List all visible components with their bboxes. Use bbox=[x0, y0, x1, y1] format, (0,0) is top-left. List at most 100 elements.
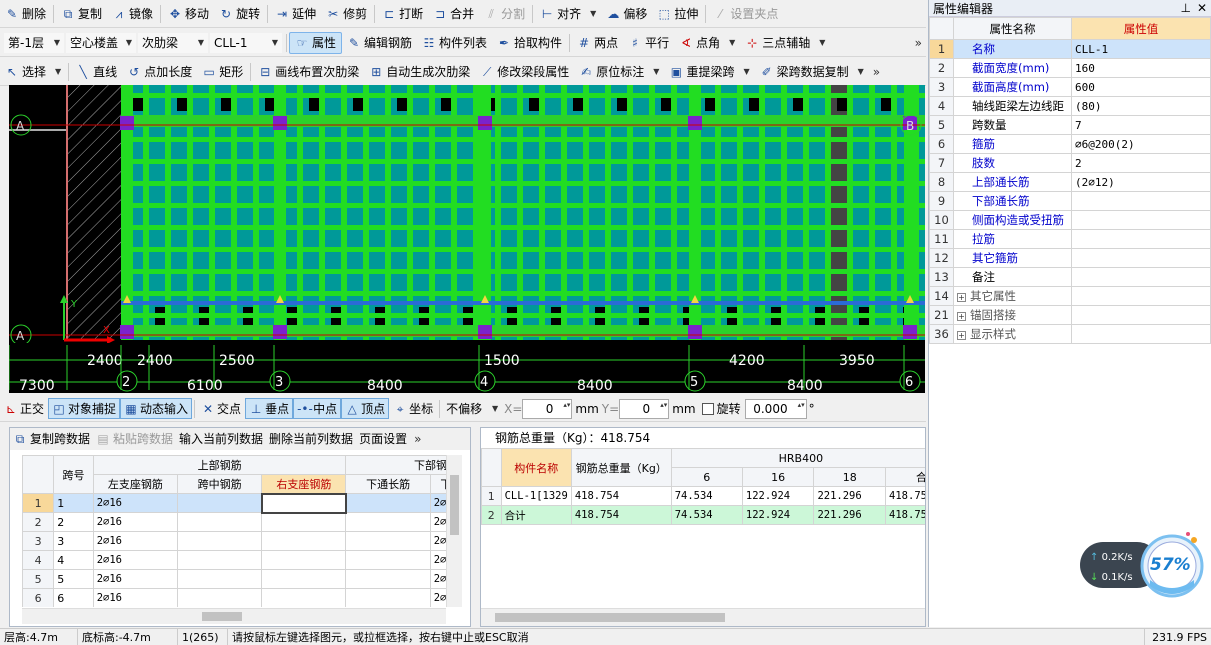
intersection-button[interactable]: ✕ 交点 bbox=[197, 398, 245, 419]
right-support-header[interactable]: 右支座钢筋 bbox=[261, 474, 347, 494]
right-support-cell[interactable] bbox=[261, 569, 347, 589]
left-support-cell[interactable]: 2⌀16 bbox=[92, 569, 178, 589]
property-value[interactable] bbox=[1071, 267, 1211, 287]
left-support-cell[interactable]: 2⌀16 bbox=[92, 512, 178, 532]
copy-button[interactable]: ⧉ 复制 bbox=[56, 3, 107, 25]
property-row[interactable]: 12 其它箍筋 bbox=[929, 248, 1211, 268]
in-situ-annotation-button[interactable]: ✍ 原位标注 ▼ bbox=[574, 61, 664, 83]
left-support-cell[interactable]: 2⌀16 bbox=[92, 550, 178, 570]
page-setup-button[interactable]: 页面设置 bbox=[356, 428, 410, 450]
property-value[interactable] bbox=[1071, 229, 1211, 249]
property-row[interactable]: 13 备注 bbox=[929, 267, 1211, 287]
auto-generate-rib-button[interactable]: ⊞ 自动生成次肋梁 bbox=[364, 61, 475, 83]
table-row[interactable]: 4 4 2⌀16 2⌀1 bbox=[22, 550, 458, 570]
table-row[interactable]: 5 5 2⌀16 2⌀1 bbox=[22, 569, 458, 589]
x-input[interactable]: 0 bbox=[522, 398, 573, 419]
left-support-header[interactable]: 左支座钢筋 bbox=[92, 474, 178, 494]
close-icon[interactable]: ✕ bbox=[1197, 1, 1207, 15]
point-angle-button[interactable]: ∢ 点角 ▼ bbox=[674, 32, 740, 54]
properties-button[interactable]: ☞ 属性 bbox=[289, 31, 343, 54]
table-row[interactable]: 2 合计 418.754 74.534 122.924 221.296 418.75 bbox=[481, 505, 925, 525]
y-input[interactable]: 0 bbox=[619, 398, 670, 419]
span-number[interactable]: 3 bbox=[53, 531, 94, 551]
scroll-thumb[interactable] bbox=[202, 612, 242, 621]
line-button[interactable]: ╲ 直线 bbox=[71, 61, 122, 83]
paste-span-button[interactable]: ▤ 粘贴跨数据 bbox=[93, 428, 176, 450]
mid-span-header[interactable]: 跨中钢筋 bbox=[176, 474, 263, 494]
offset-mode-select[interactable]: 不偏移 ▼ bbox=[442, 398, 503, 419]
span-horizontal-scrollbar[interactable] bbox=[22, 608, 446, 624]
delete-column-button[interactable]: 删除当前列数据 bbox=[266, 428, 356, 450]
three-point-aux-button[interactable]: ⊹ 三点辅轴 ▼ bbox=[740, 32, 830, 54]
dynamic-input-button[interactable]: ▦ 动态输入 bbox=[120, 398, 193, 419]
edit-rebar-button[interactable]: ✎ 编辑钢筋 bbox=[342, 32, 417, 54]
expand-icon[interactable]: + bbox=[957, 331, 966, 340]
left-support-cell[interactable]: 2⌀16 bbox=[92, 493, 178, 513]
break-button[interactable]: ⊏ 打断 bbox=[377, 3, 428, 25]
property-value[interactable] bbox=[1071, 286, 1211, 306]
span-number[interactable]: 2 bbox=[53, 512, 94, 532]
property-row[interactable]: 21 + 锚固搭接 bbox=[929, 305, 1211, 325]
property-value[interactable] bbox=[1071, 305, 1211, 325]
rotate-input[interactable]: 0.000 bbox=[744, 398, 807, 419]
span-number[interactable]: 4 bbox=[53, 550, 94, 570]
property-row[interactable]: 6 箍筋 ⌀6@200(2) bbox=[929, 134, 1211, 154]
property-row[interactable]: 10 侧面构造或受扭筋 bbox=[929, 210, 1211, 230]
property-row[interactable]: 3 截面高度(mm) 600 bbox=[929, 77, 1211, 97]
perpendicular-button[interactable]: ⊥ 垂点 bbox=[245, 398, 294, 419]
mid-span-cell[interactable] bbox=[176, 512, 263, 532]
component-list-button[interactable]: ☷ 构件列表 bbox=[417, 32, 492, 54]
table-row[interactable]: 2 2 2⌀16 2⌀1 bbox=[22, 512, 458, 532]
move-button[interactable]: ✥ 移动 bbox=[163, 3, 214, 25]
mirror-button[interactable]: ⩘ 镜像 bbox=[107, 3, 158, 25]
property-value[interactable]: 160 bbox=[1071, 58, 1211, 78]
rotate-button[interactable]: ↻ 旋转 bbox=[214, 3, 265, 25]
delete-button[interactable]: ✎ 删除 bbox=[0, 3, 51, 25]
rotate-checkbox[interactable] bbox=[701, 402, 714, 415]
property-value[interactable]: CLL-1 bbox=[1071, 39, 1211, 59]
select-button[interactable]: ↖ 选择 ▼ bbox=[0, 61, 66, 83]
copy-span-button[interactable]: ⧉ 复制跨数据 bbox=[10, 428, 93, 450]
span-vertical-scrollbar[interactable] bbox=[446, 455, 462, 607]
ortho-button[interactable]: ⊾ 正交 bbox=[0, 398, 48, 419]
more-icon[interactable]: » bbox=[869, 65, 884, 79]
table-row[interactable]: 1 CLL-1[1329 418.754 74.534 122.924 221.296 41… bbox=[481, 486, 925, 506]
midpoint-button[interactable]: -•- 中点 bbox=[293, 398, 342, 419]
category-select[interactable]: 空心楼盖 ▼ bbox=[66, 32, 136, 53]
table-row[interactable]: 1 1 2⌀16 2⌀1 bbox=[22, 492, 458, 514]
coordinate-button[interactable]: ⌖ 坐标 bbox=[389, 398, 437, 419]
property-row[interactable]: 7 肢数 2 bbox=[929, 153, 1211, 173]
right-support-cell[interactable] bbox=[261, 550, 347, 570]
component-name-header[interactable]: 构件名称 bbox=[500, 448, 572, 487]
property-value[interactable] bbox=[1071, 324, 1211, 344]
drawing-canvas[interactable]: Y X A A B 2400 2400 2500 1500 4200 3950 7300 61… bbox=[9, 85, 925, 393]
mid-span-cell[interactable] bbox=[176, 493, 263, 513]
bottom-through-cell[interactable] bbox=[345, 512, 431, 532]
span-number[interactable]: 5 bbox=[53, 569, 94, 589]
bottom-through-cell[interactable] bbox=[345, 569, 431, 589]
offset-button[interactable]: ☁ 偏移 bbox=[601, 3, 652, 25]
bottom-through-cell[interactable] bbox=[345, 588, 431, 607]
span-number[interactable]: 1 bbox=[53, 493, 94, 513]
bottom-through-cell[interactable] bbox=[345, 493, 431, 513]
property-value[interactable]: (80) bbox=[1071, 96, 1211, 116]
floor-select[interactable]: 第-1层 ▼ bbox=[4, 32, 64, 53]
pick-component-button[interactable]: ✒ 拾取构件 bbox=[492, 32, 567, 54]
property-row[interactable]: 5 跨数量 7 bbox=[929, 115, 1211, 135]
total-weight-header[interactable]: 钢筋总重量（Kg） bbox=[570, 448, 672, 487]
scroll-thumb[interactable] bbox=[495, 613, 725, 622]
copy-span-data-button[interactable]: ✐ 梁跨数据复制 ▼ bbox=[755, 61, 869, 83]
mid-span-cell[interactable] bbox=[176, 531, 263, 551]
extend-button[interactable]: ⇥ 延伸 bbox=[270, 3, 321, 25]
input-column-button[interactable]: 输入当前列数据 bbox=[176, 428, 266, 450]
property-row[interactable]: 4 轴线距梁左边线距 (80) bbox=[929, 96, 1211, 116]
split-button[interactable]: ⫽ 分割 bbox=[479, 3, 530, 25]
property-value[interactable] bbox=[1071, 210, 1211, 230]
property-value[interactable]: (2⌀12) bbox=[1071, 172, 1211, 192]
property-value[interactable]: ⌀6@200(2) bbox=[1071, 134, 1211, 154]
property-value[interactable] bbox=[1071, 191, 1211, 211]
property-row[interactable]: 8 上部通长筋 (2⌀12) bbox=[929, 172, 1211, 192]
table-row[interactable]: 3 3 2⌀16 2⌀1 bbox=[22, 531, 458, 551]
property-value[interactable] bbox=[1071, 248, 1211, 268]
expand-icon[interactable]: + bbox=[957, 312, 966, 321]
